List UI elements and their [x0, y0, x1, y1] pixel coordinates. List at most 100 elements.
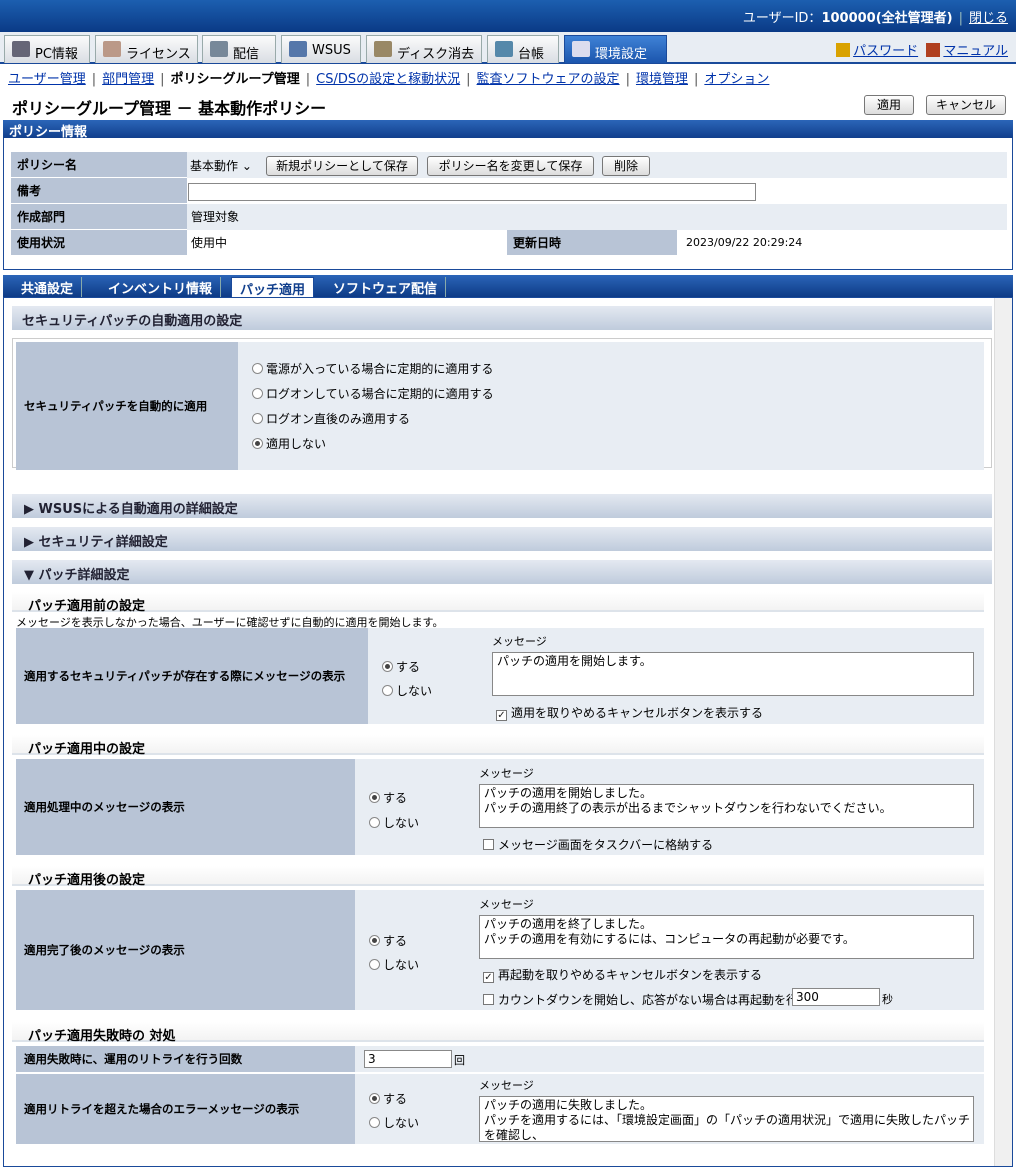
- during-row: 適用処理中のメッセージの表示 する しない メッセージ パッチの適用を開始しまし…: [16, 759, 984, 855]
- tab-ledger[interactable]: 台帳: [487, 35, 559, 63]
- submenu-option[interactable]: オプション: [704, 72, 769, 87]
- cancel-button[interactable]: キャンセル: [926, 95, 1006, 115]
- tab-label: 環境設定: [595, 47, 648, 62]
- computer-icon: [12, 41, 30, 57]
- sub-menu: ユーザー管理 | 部門管理 | ポリシーグループ管理 | CS/DSの設定と稼動状況 | 監査ソ…: [8, 72, 770, 87]
- tab-disk-erase[interactable]: ディスク消去: [366, 35, 482, 63]
- before-no-radio[interactable]: しない: [382, 682, 432, 699]
- disk-icon: [374, 41, 392, 57]
- radio-after-logon[interactable]: ログオン直後のみ適用する: [252, 410, 410, 427]
- license-icon: [103, 41, 121, 57]
- submenu-csds[interactable]: CS/DSの設定と稼動状況: [316, 72, 460, 87]
- retry-label: 適用失敗時に、運用のリトライを行う回数: [16, 1046, 355, 1072]
- tab-software[interactable]: ソフトウェア配信: [325, 277, 447, 297]
- manual-link[interactable]: マニュアル: [943, 44, 1008, 59]
- submenu-policy-group: ポリシーグループ管理: [170, 72, 300, 87]
- tab-wsus[interactable]: WSUS: [281, 35, 361, 63]
- radio-power-on[interactable]: 電源が入っている場合に定期的に適用する: [252, 360, 493, 377]
- tab-label: ディスク消去: [397, 47, 475, 62]
- countdown-input[interactable]: 300: [792, 988, 880, 1006]
- submenu-env[interactable]: 環境管理: [636, 72, 688, 87]
- tab-distribution[interactable]: 配信: [202, 35, 276, 63]
- after-msg-textarea[interactable]: パッチの適用を終了しました。 パッチの適用を有効にするには、コンピュータの再起動…: [479, 915, 974, 959]
- radio-no-apply[interactable]: 適用しない: [252, 435, 326, 452]
- top-bar: ユーザーID：100000(全社管理者) | 閉じる: [0, 0, 1016, 32]
- before-msg-label: メッセージ: [492, 635, 547, 648]
- manual-icon: [926, 43, 941, 57]
- before-cancel-checkbox[interactable]: ✓ 適用を取りやめるキャンセルボタンを表示する: [496, 704, 763, 721]
- during-msg-label: メッセージ: [479, 767, 534, 780]
- before-msg-textarea[interactable]: パッチの適用を開始します。: [492, 652, 974, 696]
- dept-value: 管理対象: [187, 204, 1007, 230]
- updated-label: 更新日時: [507, 230, 677, 256]
- key-icon: [836, 43, 851, 57]
- during-title: パッチ適用中の設定: [12, 735, 984, 757]
- scrollbar[interactable]: [994, 298, 1012, 1166]
- rename-save-button[interactable]: ポリシー名を変更して保存: [427, 156, 594, 176]
- patch-content: セキュリティパッチの自動適用の設定 セキュリティパッチを自動的に適用 電源が入っ…: [3, 297, 1013, 1167]
- after-cancel-checkbox[interactable]: ✓ 再起動を取りやめるキャンセルボタンを表示する: [483, 966, 762, 983]
- right-links: パスワード マニュアル: [836, 40, 1008, 59]
- policy-info-header: ポリシー情報: [3, 120, 1013, 140]
- after-yes-radio[interactable]: する: [369, 932, 407, 949]
- after-no-radio[interactable]: しない: [369, 956, 419, 973]
- tab-inventory[interactable]: インベントリ情報: [100, 277, 222, 297]
- tab-label: WSUS: [312, 43, 351, 58]
- user-id-value: 100000(全社管理者): [821, 11, 953, 26]
- retry-unit: 回: [454, 1054, 465, 1067]
- after-label: 適用完了後のメッセージの表示: [16, 890, 355, 1010]
- during-label: 適用処理中のメッセージの表示: [16, 759, 355, 855]
- security-section-header[interactable]: ▶ セキュリティ詳細設定: [12, 527, 992, 551]
- distribution-icon: [210, 41, 228, 57]
- wsus-section-header[interactable]: ▶ WSUSによる自動適用の詳細設定: [12, 494, 992, 518]
- wsus-icon: [289, 41, 307, 57]
- submenu-audit[interactable]: 監査ソフトウェアの設定: [477, 72, 620, 87]
- after-row: 適用完了後のメッセージの表示 する しない メッセージ パッチの適用を終了しまし…: [16, 890, 984, 1010]
- before-yes-radio[interactable]: する: [382, 658, 420, 675]
- close-link[interactable]: 閉じる: [969, 11, 1008, 26]
- apply-button[interactable]: 適用: [864, 95, 914, 115]
- error-label: 適用リトライを超えた場合のエラーメッセージの表示: [16, 1074, 355, 1144]
- tab-common[interactable]: 共通設定: [13, 277, 83, 297]
- during-msg-textarea[interactable]: パッチの適用を開始しました。 パッチの適用終了の表示が出るまでシャットダウンを行…: [479, 784, 974, 828]
- error-msg-label: メッセージ: [479, 1079, 534, 1092]
- dept-label: 作成部門: [11, 204, 187, 230]
- after-title: パッチ適用後の設定: [12, 866, 984, 888]
- during-yes-radio[interactable]: する: [369, 789, 407, 806]
- delete-button[interactable]: 削除: [602, 156, 650, 176]
- policy-name-select[interactable]: 基本動作 ⌄: [187, 156, 259, 174]
- tab-label: ライセンス: [126, 47, 191, 62]
- during-no-radio[interactable]: しない: [369, 814, 419, 831]
- password-link[interactable]: パスワード: [853, 44, 918, 59]
- retry-row: 適用失敗時に、運用のリトライを行う回数 3 回: [16, 1046, 984, 1072]
- error-yes-radio[interactable]: する: [369, 1090, 407, 1107]
- tab-label: 配信: [233, 47, 260, 62]
- save-new-policy-button[interactable]: 新規ポリシーとして保存: [266, 156, 418, 176]
- error-no-radio[interactable]: しない: [369, 1114, 419, 1131]
- error-msg-textarea[interactable]: パッチの適用に失敗しました。 パッチを適用するには、「環境設定画面」の「パッチの…: [479, 1096, 974, 1142]
- before-title: パッチ適用前の設定: [12, 592, 984, 614]
- tab-label: PC情報: [35, 47, 78, 62]
- tab-license[interactable]: ライセンス: [95, 35, 198, 63]
- seconds-unit: 秒: [882, 993, 893, 1006]
- tab-settings[interactable]: 環境設定: [564, 35, 667, 63]
- status-value: 使用中: [191, 236, 228, 250]
- radio-logged-on[interactable]: ログオンしている場合に定期的に適用する: [252, 385, 494, 402]
- submenu-user-management[interactable]: ユーザー管理: [8, 72, 86, 87]
- patch-section-header[interactable]: ▼ パッチ詳細設定: [12, 560, 992, 584]
- retry-count-input[interactable]: 3: [364, 1050, 452, 1068]
- submenu-dept-management[interactable]: 部門管理: [102, 72, 154, 87]
- during-taskbar-checkbox[interactable]: メッセージ画面をタスクバーに格納する: [483, 836, 713, 853]
- after-msg-label: メッセージ: [479, 898, 534, 911]
- tab-pc-info[interactable]: PC情報: [4, 35, 90, 63]
- user-id-label: ユーザーID：: [742, 11, 822, 26]
- note-input[interactable]: [188, 183, 756, 201]
- wrench-icon: [572, 41, 590, 57]
- auto-apply-header: セキュリティパッチの自動適用の設定: [12, 306, 992, 330]
- updated-value: 2023/09/22 20:29:24: [686, 236, 803, 249]
- tab-patch[interactable]: パッチ適用: [231, 277, 315, 298]
- policy-info-panel: ポリシー名 基本動作 ⌄ 新規ポリシーとして保存 ポリシー名を変更して保存 削除…: [3, 138, 1013, 270]
- after-countdown-checkbox[interactable]: カウントダウンを開始し、応答がない場合は再起動を行う: [483, 991, 810, 1008]
- note-label: 備考: [11, 178, 187, 204]
- auto-apply-row: セキュリティパッチを自動的に適用 電源が入っている場合に定期的に適用する ログオ…: [16, 342, 984, 470]
